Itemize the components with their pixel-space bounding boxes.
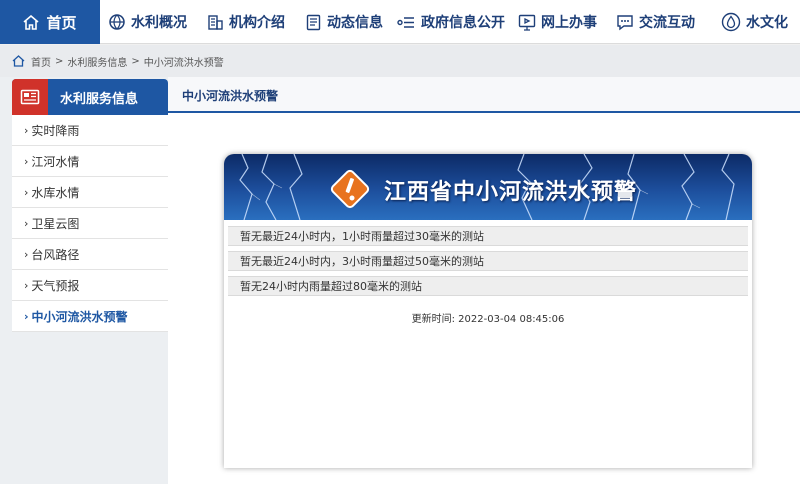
update-time-value: 2022-03-04 08:45:06 <box>458 314 565 325</box>
home-icon <box>23 14 40 30</box>
sidebar-item-flood-warning[interactable]: › 中小河流洪水预警 <box>12 301 168 332</box>
warning-icon <box>330 169 370 209</box>
sidebar-item-typhoon[interactable]: › 台风路径 <box>12 239 168 270</box>
monitor-icon <box>518 14 536 31</box>
sidebar-title: 水利服务信息 <box>60 91 139 107</box>
newspaper-icon <box>12 79 48 115</box>
sidebar-item-label: 实时降雨 <box>31 123 80 138</box>
nav-item-organization[interactable]: 机构介绍 <box>207 0 285 44</box>
sidebar-item-satellite[interactable]: › 卫星云图 <box>12 208 168 239</box>
breadcrumb-service-info[interactable]: 水利服务信息 <box>67 54 127 69</box>
sidebar-item-label: 水库水情 <box>31 185 80 200</box>
chevron-right-icon: › <box>24 216 29 230</box>
nav-item-news[interactable]: 动态信息 <box>305 0 383 44</box>
breadcrumb-separator: > <box>131 55 140 67</box>
chevron-right-icon: › <box>24 309 29 323</box>
warning-panel: 江西省中小河流洪水预警 暂无最近24小时内，1小时雨量超过30毫米的测站 暂无最… <box>224 154 752 468</box>
nav-item-interaction[interactable]: 交流互动 <box>616 0 695 44</box>
list-icon <box>397 16 414 28</box>
breadcrumb-current: 中小河流洪水预警 <box>143 57 224 69</box>
nav-item-overview[interactable]: 水利概况 <box>108 0 187 44</box>
warning-row: 暂无24小时内雨量超过80毫米的测站 <box>228 276 748 296</box>
sidebar-item-label: 天气预报 <box>31 278 80 293</box>
chevron-right-icon: › <box>24 154 29 168</box>
sidebar-item-reservoir[interactable]: › 水库水情 <box>12 177 168 208</box>
update-time-label: 更新时间: <box>411 314 455 325</box>
nav-item-label: 水利概况 <box>131 15 187 31</box>
nav-home-label: 首页 <box>46 13 77 32</box>
globe-icon <box>109 14 125 30</box>
main-header: 中小河流洪水预警 <box>168 77 800 113</box>
banner-title: 江西省中小河流洪水预警 <box>384 180 638 205</box>
nav-item-label: 网上办事 <box>541 15 597 31</box>
chevron-right-icon: › <box>24 278 29 292</box>
page-title: 中小河流洪水预警 <box>182 89 279 103</box>
warning-row: 暂无最近24小时内，1小时雨量超过30毫米的测站 <box>228 226 748 246</box>
document-icon <box>306 14 321 30</box>
nav-item-online-service[interactable]: 网上办事 <box>518 0 597 44</box>
update-time: 更新时间: 2022-03-04 08:45:06 <box>224 310 752 325</box>
sidebar-item-label: 卫星云图 <box>31 216 80 231</box>
nav-item-label: 政府信息公开 <box>421 15 505 31</box>
nav-item-label: 动态信息 <box>327 15 383 31</box>
nav-item-label: 机构介绍 <box>229 15 285 31</box>
sidebar-item-label: 台风路径 <box>31 247 80 262</box>
warning-row: 暂无最近24小时内，3小时雨量超过50毫米的测站 <box>228 251 748 271</box>
nav-item-water-culture[interactable]: 水文化 <box>721 0 788 44</box>
building-icon <box>208 14 223 30</box>
nav-home[interactable]: 首页 <box>0 0 100 44</box>
chevron-right-icon: › <box>24 247 29 261</box>
nav-item-label: 水文化 <box>746 15 788 31</box>
sidebar-item-rainfall[interactable]: › 实时降雨 <box>12 115 168 146</box>
home-icon <box>12 55 25 67</box>
sidebar-header: 水利服务信息 <box>12 79 168 115</box>
warning-banner: 江西省中小河流洪水预警 <box>224 154 752 220</box>
chevron-right-icon: › <box>24 185 29 199</box>
water-drop-icon <box>721 12 741 32</box>
top-nav: 首页 水利概况 机构介绍 动态信息 政府信息公开 网上办事 交流互动 水文化 <box>0 0 800 44</box>
sidebar-list: › 实时降雨 › 江河水情 › 水库水情 › 卫星云图 › 台风路径 › 天气预报 › 中小河… <box>12 115 168 332</box>
breadcrumb-home[interactable]: 首页 <box>31 54 51 69</box>
breadcrumb: 首页 > 水利服务信息 > 中小河流洪水预警 <box>0 45 800 77</box>
sidebar-item-label: 江河水情 <box>31 154 80 169</box>
chevron-right-icon: › <box>24 123 29 137</box>
chat-icon <box>617 14 633 30</box>
nav-item-gov-info[interactable]: 政府信息公开 <box>397 0 505 44</box>
sidebar-item-weather[interactable]: › 天气预报 <box>12 270 168 301</box>
nav-item-label: 交流互动 <box>639 15 695 31</box>
breadcrumb-separator: > <box>55 55 64 67</box>
sidebar-item-river[interactable]: › 江河水情 <box>12 146 168 177</box>
sidebar-item-label: 中小河流洪水预警 <box>31 309 128 324</box>
